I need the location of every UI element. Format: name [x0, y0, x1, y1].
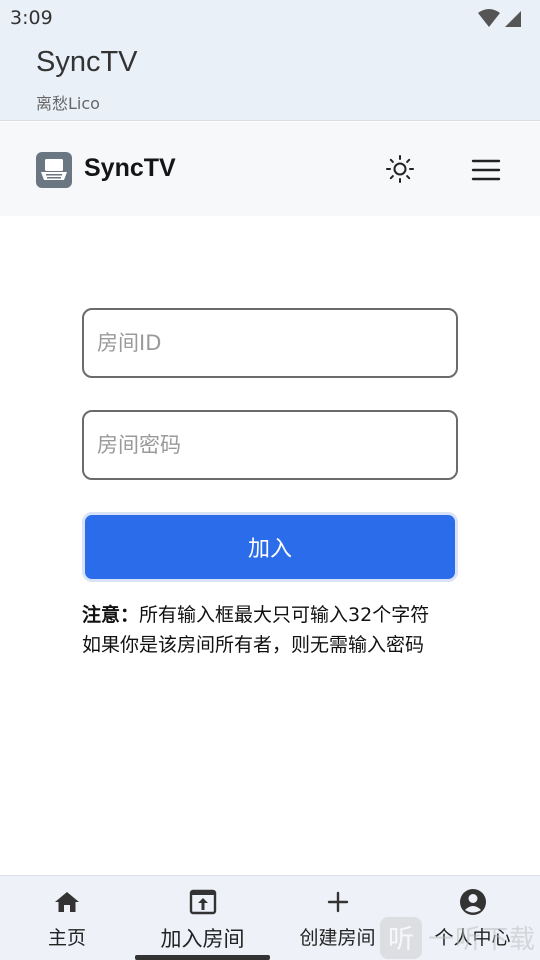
tab-home-label: 主页	[47, 927, 86, 949]
signal-icon	[505, 11, 521, 27]
app-subtitle: 离愁Lico	[36, 94, 100, 113]
note-line-1: 注意：所有输入框最大只可输入32个字符	[82, 600, 482, 630]
status-time: 3:09	[10, 7, 53, 29]
active-tab-indicator	[135, 955, 270, 960]
status-bar: 3:09	[0, 0, 540, 38]
join-button[interactable]: 加入	[82, 512, 458, 582]
brand-name: SyncTV	[84, 154, 176, 182]
tab-home[interactable]: 主页	[32, 876, 102, 960]
room-password-input[interactable]	[84, 412, 456, 478]
home-icon	[53, 888, 81, 916]
notes: 注意：所有输入框最大只可输入32个字符 如果你是该房间所有者，则无需输入密码	[82, 600, 482, 660]
tab-create-room-label: 创建房间	[299, 927, 376, 949]
tab-create-room[interactable]: 创建房间	[290, 876, 385, 960]
hamburger-menu-icon	[471, 159, 501, 181]
app-bar: SyncTV 离愁Lico	[0, 38, 540, 121]
note-line-2: 如果你是该房间所有者，则无需输入密码	[82, 634, 425, 656]
watermark-text: 一听下载	[428, 925, 537, 955]
sun-icon	[386, 155, 414, 183]
menu-button[interactable]	[470, 156, 502, 184]
note-text-1: 所有输入框最大只可输入32个字符	[139, 604, 430, 626]
watermark: 听 一听下载	[380, 915, 540, 960]
room-id-input[interactable]	[84, 310, 456, 376]
join-room-icon	[189, 888, 217, 916]
room-id-field[interactable]	[82, 308, 458, 378]
app-title: SyncTV	[36, 46, 138, 78]
room-password-field[interactable]	[82, 410, 458, 480]
account-icon	[459, 888, 487, 916]
synctv-logo-icon	[36, 152, 72, 188]
site-nav	[0, 122, 540, 216]
note-label: 注意：	[82, 604, 140, 626]
tab-join-room-label: 加入房间	[160, 927, 245, 951]
watermark-badge: 听	[380, 916, 422, 959]
status-icons	[478, 8, 522, 28]
wifi-icon	[478, 9, 500, 27]
tab-join-room[interactable]: 加入房间	[135, 876, 270, 960]
theme-toggle-button[interactable]	[385, 154, 415, 184]
plus-icon	[324, 888, 352, 916]
